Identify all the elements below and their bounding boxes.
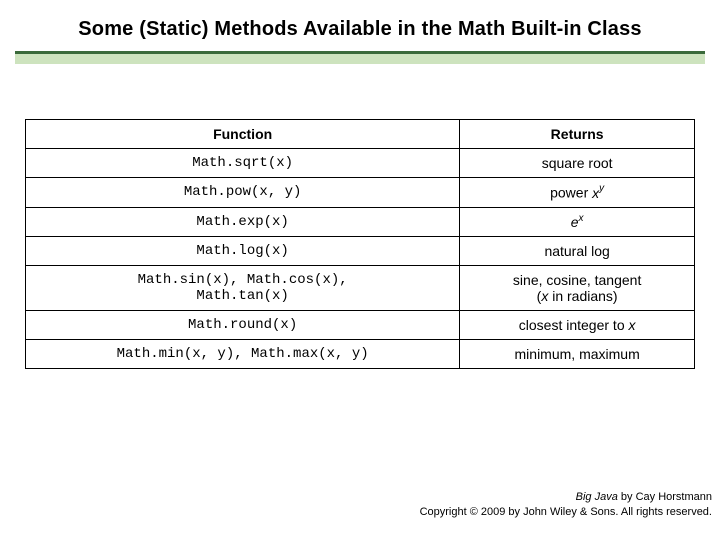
cell-returns: power xy — [460, 178, 695, 208]
page-title: Some (Static) Methods Available in the M… — [0, 18, 720, 41]
header-returns: Returns — [460, 120, 695, 149]
table-row: Math.pow(x, y)power xy — [26, 178, 695, 208]
cell-returns: ex — [460, 207, 695, 237]
cell-returns: sine, cosine, tangent(x in radians) — [460, 266, 695, 311]
cell-returns: natural log — [460, 237, 695, 266]
methods-table-wrap: Function Returns Math.sqrt(x)square root… — [25, 119, 695, 369]
cell-function: Math.sin(x), Math.cos(x),Math.tan(x) — [26, 266, 460, 311]
footer-line1: Big Java by Cay Horstmann — [420, 490, 712, 505]
cell-function: Math.pow(x, y) — [26, 178, 460, 208]
table-row: Math.log(x)natural log — [26, 237, 695, 266]
footer: Big Java by Cay Horstmann Copyright © 20… — [420, 490, 712, 520]
rule-light — [15, 54, 705, 64]
footer-line2: Copyright © 2009 by John Wiley & Sons. A… — [420, 505, 712, 520]
cell-returns: square root — [460, 149, 695, 178]
table-header-row: Function Returns — [26, 120, 695, 149]
table-row: Math.round(x)closest integer to x — [26, 311, 695, 340]
table-row: Math.sin(x), Math.cos(x),Math.tan(x)sine… — [26, 266, 695, 311]
cell-function: Math.round(x) — [26, 311, 460, 340]
cell-returns: minimum, maximum — [460, 340, 695, 369]
cell-function: Math.min(x, y), Math.max(x, y) — [26, 340, 460, 369]
cell-function: Math.log(x) — [26, 237, 460, 266]
header-function: Function — [26, 120, 460, 149]
table-row: Math.exp(x)ex — [26, 207, 695, 237]
cell-function: Math.exp(x) — [26, 207, 460, 237]
methods-table: Function Returns Math.sqrt(x)square root… — [25, 119, 695, 369]
table-row: Math.sqrt(x)square root — [26, 149, 695, 178]
table-row: Math.min(x, y), Math.max(x, y)minimum, m… — [26, 340, 695, 369]
cell-returns: closest integer to x — [460, 311, 695, 340]
cell-function: Math.sqrt(x) — [26, 149, 460, 178]
